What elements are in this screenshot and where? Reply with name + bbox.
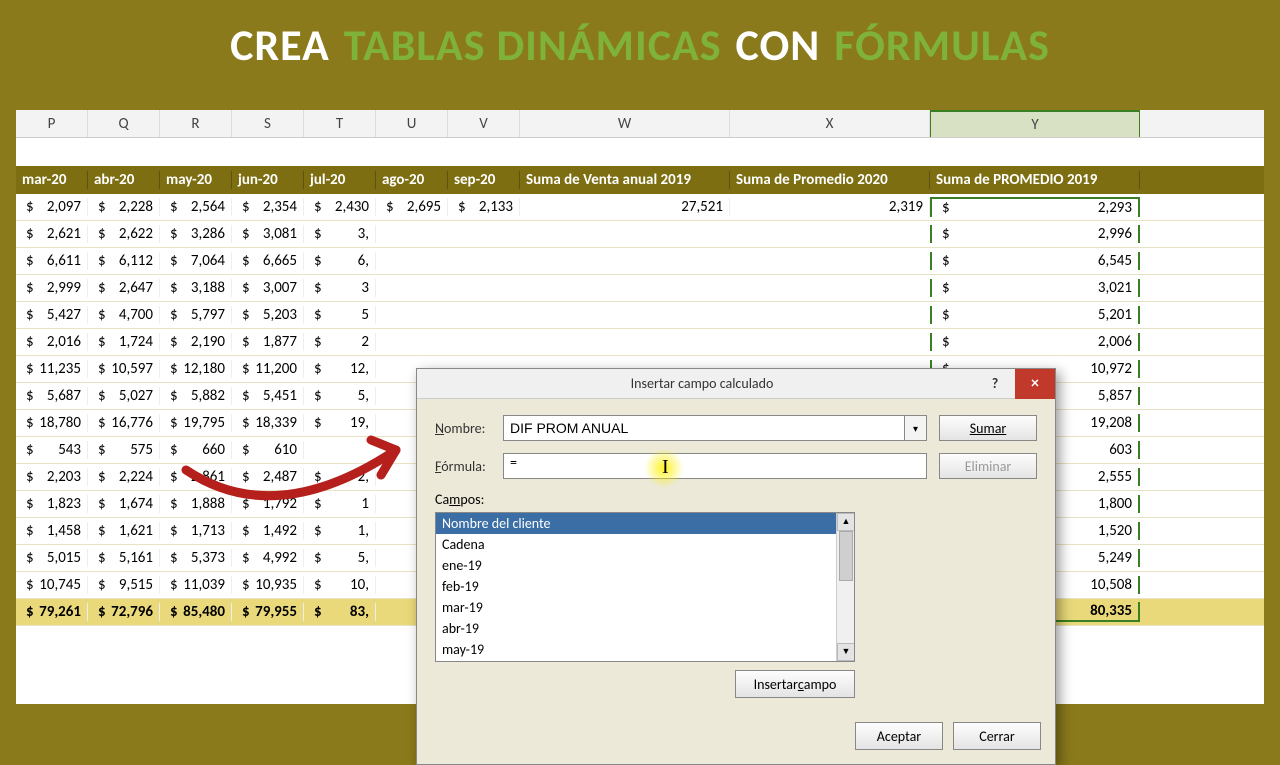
scroll-down-icon[interactable]: ▼ (837, 643, 855, 661)
table-row[interactable]: 2,097 2,228 2,564 2,354 2,430 2,695 2,13… (16, 194, 1264, 221)
col-P[interactable]: P (16, 110, 88, 137)
formula-label: Fórmula: (435, 458, 503, 475)
list-item[interactable]: Nombre del cliente (436, 513, 854, 534)
table-row[interactable]: 2,621 2,622 3,286 3,081 3, 2,996 (16, 221, 1264, 248)
col-W[interactable]: W (520, 110, 730, 137)
list-item[interactable]: ene-19 (436, 555, 854, 576)
scroll-up-icon[interactable]: ▲ (837, 513, 855, 531)
col-Y-selected[interactable]: Y (930, 110, 1140, 137)
cerrar-button[interactable]: Cerrar (953, 722, 1041, 750)
campos-listbox[interactable]: Nombre del clienteCadenaene-19feb-19mar-… (435, 512, 855, 662)
spreadsheet-area: P Q R S T U V W X Y mar-20 abr-20 may-20… (16, 110, 1264, 704)
list-item[interactable]: abr-19 (436, 618, 854, 639)
list-item[interactable]: jun-19 (436, 660, 854, 662)
nombre-input[interactable] (503, 415, 905, 441)
insert-calculated-field-dialog: Insertar campo calculado ? × Nombre: ▾ S… (416, 368, 1056, 765)
insertar-campo-button[interactable]: Insertar campo (735, 670, 855, 698)
sumar-button[interactable]: Sumar (939, 415, 1037, 441)
nombre-dropdown-icon[interactable]: ▾ (905, 415, 927, 441)
list-item[interactable]: mar-19 (436, 597, 854, 618)
formula-input[interactable]: = I (503, 453, 927, 479)
dialog-titlebar[interactable]: Insertar campo calculado ? × (417, 369, 1055, 399)
campos-label: Campos: (435, 491, 1037, 508)
list-item[interactable]: may-19 (436, 639, 854, 660)
table-row[interactable]: 6,611 6,112 7,064 6,665 6, 6,545 (16, 248, 1264, 275)
close-icon[interactable]: × (1015, 369, 1055, 399)
col-T[interactable]: T (304, 110, 376, 137)
title-banner: CREA TABLAS DINÁMICAS CON FÓRMULAS (0, 0, 1280, 90)
col-X[interactable]: X (730, 110, 930, 137)
cursor-highlight (644, 448, 684, 488)
list-item[interactable]: Cadena (436, 534, 854, 555)
column-header-row: P Q R S T U V W X Y (16, 110, 1264, 138)
col-V[interactable]: V (448, 110, 520, 137)
nombre-label: Nombre: (435, 420, 503, 437)
col-S[interactable]: S (232, 110, 304, 137)
pivot-header-row: mar-20 abr-20 may-20 jun-20 jul-20 ago-2… (16, 166, 1264, 194)
table-row[interactable]: 2,999 2,647 3,188 3,007 3 3,021 (16, 275, 1264, 302)
aceptar-button[interactable]: Aceptar (855, 722, 943, 750)
text-cursor-icon: I (662, 456, 669, 479)
help-button[interactable]: ? (975, 369, 1015, 399)
table-row[interactable]: 2,016 1,724 2,190 1,877 2 2,006 (16, 329, 1264, 356)
table-row[interactable]: 5,427 4,700 5,797 5,203 5 5,201 (16, 302, 1264, 329)
listbox-scrollbar[interactable]: ▲ ▼ (836, 513, 854, 661)
list-item[interactable]: feb-19 (436, 576, 854, 597)
eliminar-button: Eliminar (939, 453, 1037, 479)
col-U[interactable]: U (376, 110, 448, 137)
col-Q[interactable]: Q (88, 110, 160, 137)
col-R[interactable]: R (160, 110, 232, 137)
scroll-thumb[interactable] (839, 531, 853, 581)
dialog-title: Insertar campo calculado (429, 375, 975, 392)
